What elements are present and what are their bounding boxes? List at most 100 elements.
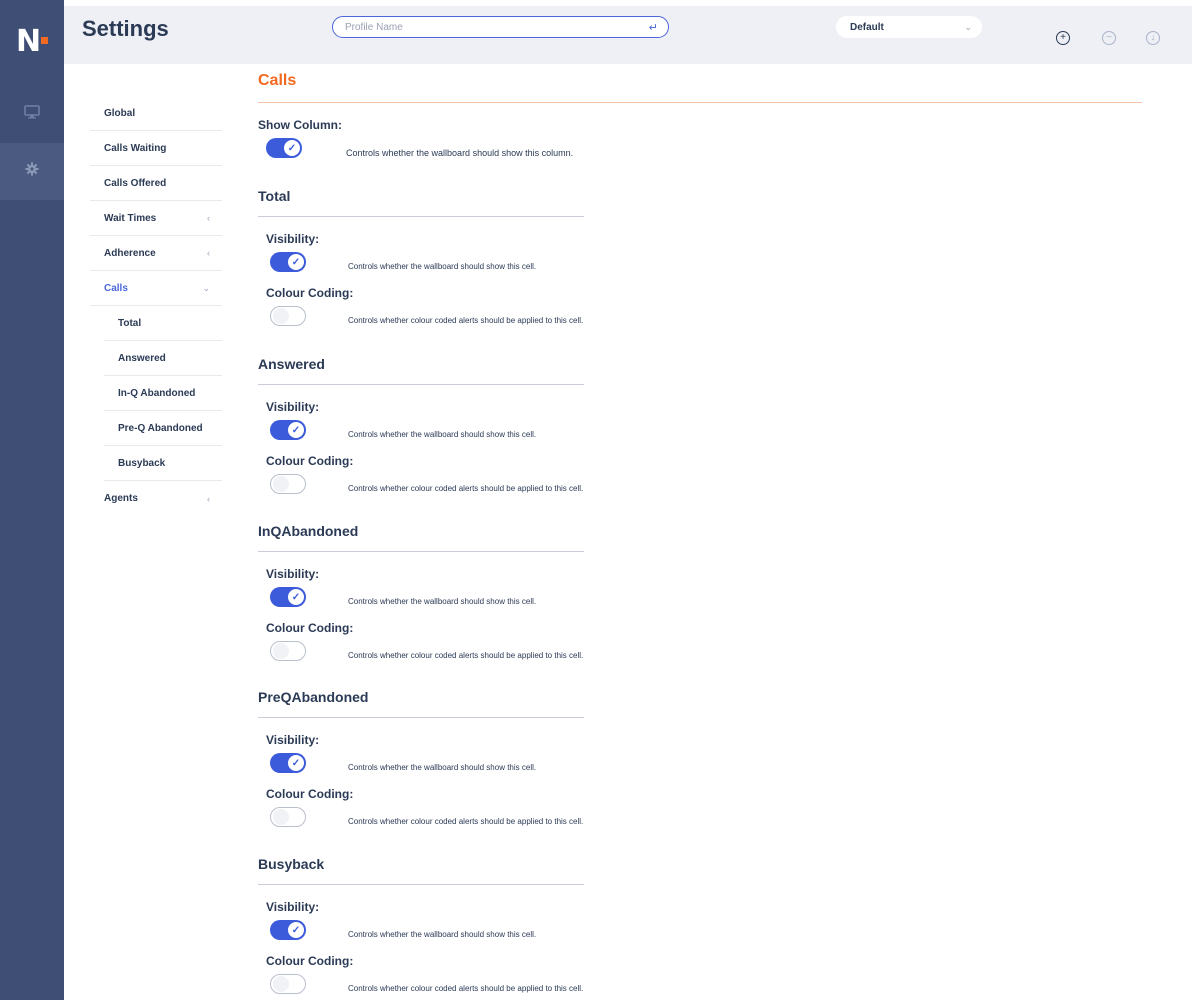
section-heading: Calls [258, 72, 297, 89]
visibility-toggle[interactable]: ✓ [270, 587, 306, 607]
page-header: Settings Profile Name ↵ Default ⌄ + − ↓ [64, 0, 1192, 82]
section-title: Answered [258, 356, 325, 372]
colour-coding-toggle[interactable] [270, 306, 306, 326]
visibility-description: Controls whether the wallboard should sh… [348, 262, 537, 271]
remove-circle-icon[interactable]: − [1102, 31, 1116, 45]
show-column-label: Show Column: [258, 118, 342, 132]
toggle-track [270, 474, 306, 494]
profile-select[interactable]: Default ⌄ [836, 16, 982, 38]
nav-item-label: Calls Offered [104, 177, 167, 189]
visibility-description: Controls whether the wallboard should sh… [348, 430, 537, 439]
nav-item-label: Agents [104, 493, 138, 504]
nav-item-label: Pre-Q Abandoned [118, 422, 203, 434]
colour-coding-label: Colour Coding: [266, 286, 354, 300]
nav-item-calls-waiting[interactable]: Calls Waiting [90, 131, 222, 166]
show-column-description: Controls whether the wallboard should sh… [346, 148, 574, 158]
colour-coding-toggle[interactable] [270, 974, 306, 994]
nav-item-calls[interactable]: Calls ⌄ [90, 271, 222, 306]
section-title: InQAbandoned [258, 523, 359, 539]
profile-name-input[interactable]: Profile Name ↵ [332, 16, 669, 38]
visibility-toggle[interactable]: ✓ [270, 420, 306, 440]
visibility-toggle[interactable]: ✓ [270, 753, 306, 773]
app-rail: N [0, 0, 64, 1000]
visibility-description: Controls whether the wallboard should sh… [348, 763, 537, 772]
settings-nav: Global Calls Waiting Calls Offered Wait … [90, 96, 222, 516]
profile-select-value: Default [850, 21, 884, 33]
rail-item-wallboard[interactable] [0, 86, 64, 143]
rail-item-settings[interactable] [0, 143, 64, 200]
visibility-label: Visibility: [266, 900, 320, 914]
colour-coding-label: Colour Coding: [266, 954, 354, 968]
visibility-toggle[interactable]: ✓ [270, 920, 306, 940]
visibility-label: Visibility: [266, 733, 320, 747]
nav-item-label: Total [118, 317, 142, 329]
heading-divider [258, 102, 1142, 103]
toggle-knob [273, 809, 289, 825]
logo-dot [41, 36, 49, 44]
enter-icon[interactable]: ↵ [649, 21, 658, 34]
colour-coding-toggle[interactable] [270, 807, 306, 827]
gear-icon [25, 162, 39, 181]
section-divider [258, 884, 584, 885]
nav-item-total[interactable]: Total [104, 306, 222, 341]
section-title: Total [258, 188, 291, 204]
nav-item-label: In-Q Abandoned [118, 387, 196, 399]
colour-coding-description: Controls whether colour coded alerts sho… [348, 316, 584, 325]
check-icon: ✓ [288, 422, 304, 438]
toggle-track [270, 974, 306, 994]
toggle-track: ✓ [270, 920, 306, 940]
nav-item-label: Calls Waiting [104, 142, 167, 154]
nav-item-label: Calls [104, 282, 128, 294]
monitor-icon [24, 105, 40, 124]
colour-coding-label: Colour Coding: [266, 621, 354, 635]
visibility-description: Controls whether the wallboard should sh… [348, 930, 537, 939]
chevron-down-icon: ⌄ [202, 282, 210, 293]
visibility-toggle[interactable]: ✓ [270, 252, 306, 272]
visibility-label: Visibility: [266, 232, 320, 246]
colour-coding-description: Controls whether colour coded alerts sho… [348, 984, 584, 993]
colour-coding-toggle[interactable] [270, 641, 306, 661]
toggle-track [270, 306, 306, 326]
section-title: Busyback [258, 856, 325, 872]
toggle-track: ✓ [270, 587, 306, 607]
download-circle-icon[interactable]: ↓ [1146, 31, 1160, 45]
nav-item-label: Busyback [118, 457, 166, 469]
nav-item-preq-abandoned[interactable]: Pre-Q Abandoned [104, 411, 222, 446]
toggle-knob [273, 643, 289, 659]
section-divider [258, 551, 584, 552]
nav-item-label: Adherence [104, 247, 156, 259]
toggle-knob [273, 476, 289, 492]
toggle-track: ✓ [266, 138, 302, 158]
check-icon: ✓ [284, 140, 300, 156]
section-divider [258, 717, 584, 718]
chevron-left-icon: ‹ [207, 493, 210, 504]
chevron-down-icon: ⌄ [964, 21, 972, 32]
nav-item-wait-times[interactable]: Wait Times ‹ [90, 201, 222, 236]
nav-item-label: Wait Times [104, 212, 157, 224]
toggle-track [270, 807, 306, 827]
check-icon: ✓ [288, 922, 304, 938]
nav-item-agents[interactable]: Agents ‹ [90, 481, 222, 516]
logo-letter: N [15, 23, 41, 59]
check-icon: ✓ [288, 589, 304, 605]
toggle-knob [273, 976, 289, 992]
check-icon: ✓ [288, 755, 304, 771]
nav-item-answered[interactable]: Answered [104, 341, 222, 376]
visibility-label: Visibility: [266, 567, 320, 581]
nav-item-calls-offered[interactable]: Calls Offered [90, 166, 222, 201]
nav-item-label: Answered [118, 352, 166, 364]
colour-coding-toggle[interactable] [270, 474, 306, 494]
nav-item-inq-abandoned[interactable]: In-Q Abandoned [104, 376, 222, 411]
visibility-label: Visibility: [266, 400, 320, 414]
show-column-toggle[interactable]: ✓ [266, 138, 302, 158]
add-circle-icon[interactable]: + [1056, 31, 1070, 45]
app-logo[interactable]: N [0, 0, 64, 82]
nav-item-global[interactable]: Global [90, 96, 222, 131]
section-title: PreQAbandoned [258, 689, 369, 705]
colour-coding-description: Controls whether colour coded alerts sho… [348, 817, 584, 826]
colour-coding-description: Controls whether colour coded alerts sho… [348, 484, 584, 493]
chevron-left-icon: ‹ [207, 248, 210, 258]
page-title: Settings [82, 16, 169, 41]
nav-item-adherence[interactable]: Adherence ‹ [90, 236, 222, 271]
nav-item-busyback[interactable]: Busyback [104, 446, 222, 481]
